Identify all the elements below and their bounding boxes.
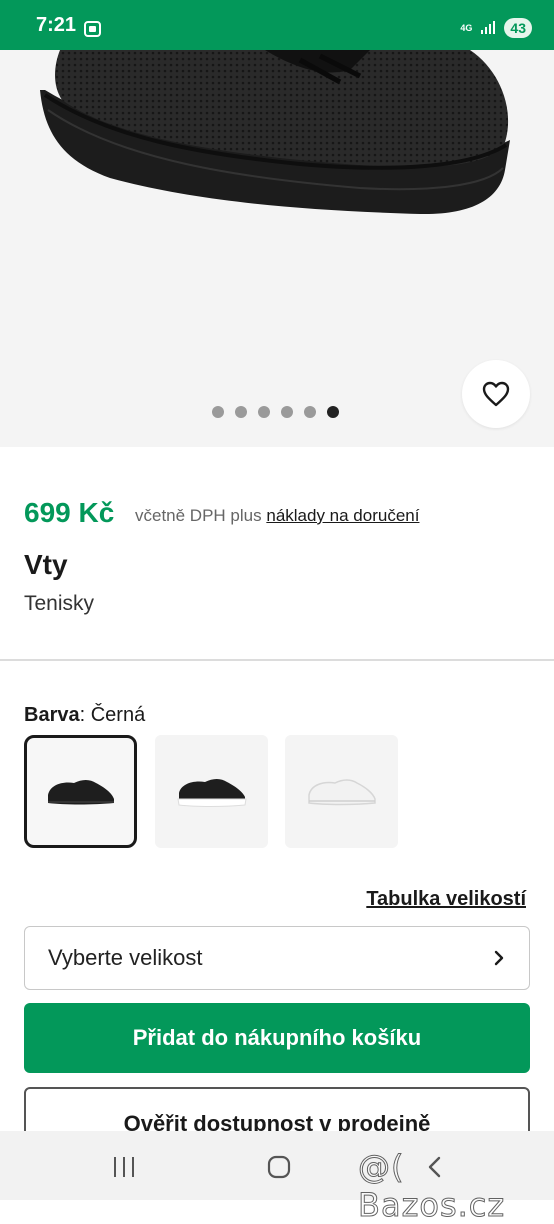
network-type-label: 4G [460, 22, 473, 33]
shipping-costs-link[interactable]: náklady na doručení [266, 506, 419, 525]
white-sneaker-thumbnail [307, 778, 376, 805]
black-sneaker-thumbnail [47, 779, 114, 804]
color-selected-value: : Černá [79, 704, 146, 726]
product-category: Tenisky [24, 592, 95, 615]
add-to-cart-button[interactable]: Přidat do nákupního košíku [24, 1003, 530, 1073]
product-price: 699 Kč [24, 497, 115, 528]
screenshot-icon [84, 21, 101, 37]
color-swatch-white[interactable] [285, 735, 398, 848]
black-white-sneaker-thumbnail [176, 778, 247, 807]
color-swatch-black[interactable] [24, 735, 137, 848]
favorite-button[interactable] [462, 360, 530, 428]
gallery-dot[interactable] [304, 406, 316, 418]
divider [0, 659, 554, 661]
color-label-title: Barva [24, 704, 80, 726]
product-brand: Vty [24, 549, 68, 580]
gallery-dot[interactable] [235, 406, 247, 418]
status-time: 7:21 [36, 14, 77, 36]
size-select[interactable]: Vyberte velikost [24, 926, 530, 990]
gallery-dot[interactable] [281, 406, 293, 418]
gallery-dot-active[interactable] [327, 406, 339, 418]
gallery-dot[interactable] [212, 406, 224, 418]
bazos-watermark: @( Bazos.cz [358, 1148, 506, 1224]
color-label: Barva: Černá [24, 704, 145, 727]
size-table-link[interactable]: Tabulka velikostí [366, 888, 526, 911]
recent-apps-icon[interactable] [113, 1157, 135, 1177]
size-select-placeholder: Vyberte velikost [48, 945, 203, 970]
color-swatch-black-white[interactable] [155, 735, 268, 848]
chevron-right-icon [494, 950, 504, 966]
price-note: včetně DPH plus náklady na doručení [135, 506, 419, 526]
signal-icon [481, 21, 496, 34]
price-tax-note: včetně DPH plus [135, 506, 262, 525]
status-bar: 7:21 4G 43 [0, 0, 554, 50]
battery-badge: 43 [504, 18, 532, 38]
home-icon[interactable] [267, 1155, 291, 1179]
heart-icon [482, 381, 510, 407]
gallery-pagination[interactable] [212, 406, 339, 418]
gallery-dot[interactable] [258, 406, 270, 418]
